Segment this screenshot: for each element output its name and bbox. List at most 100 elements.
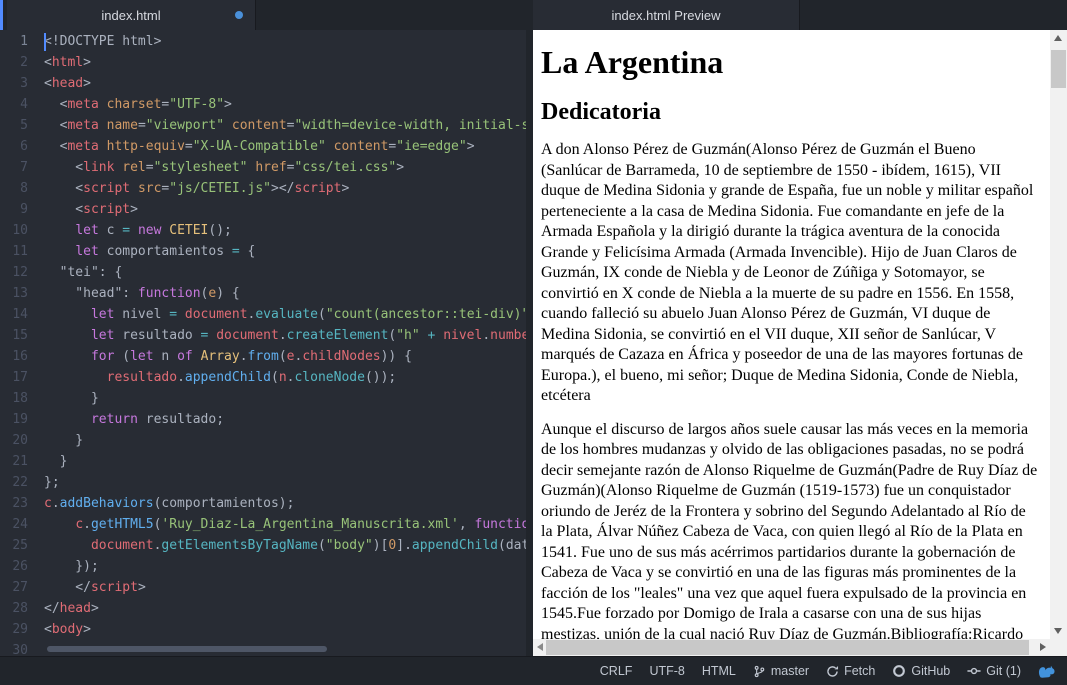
code-text: let nivel = document.evaluate("count(anc… bbox=[44, 304, 533, 325]
code-line[interactable]: 5 <meta name="viewport" content="width=d… bbox=[0, 115, 533, 136]
code-text: <body> bbox=[44, 619, 91, 640]
line-number[interactable]: 27 bbox=[0, 577, 28, 598]
tab-index-html[interactable]: index.html bbox=[7, 0, 256, 30]
status-item-master[interactable]: master bbox=[753, 664, 809, 678]
status-item-squirrel[interactable] bbox=[1038, 663, 1055, 679]
status-item-fetch[interactable]: Fetch bbox=[826, 664, 875, 678]
editor-tab-strip: index.html bbox=[0, 0, 533, 30]
preview-horizontal-scrollbar[interactable] bbox=[533, 639, 1050, 656]
vertical-scroll-thumb[interactable] bbox=[1051, 50, 1066, 88]
status-item-github[interactable]: GitHub bbox=[892, 664, 950, 678]
code-text: } bbox=[44, 430, 83, 451]
code-line[interactable]: 7 <link rel="stylesheet" href="css/tei.c… bbox=[0, 157, 533, 178]
line-number[interactable]: 17 bbox=[0, 367, 28, 388]
line-number[interactable]: 16 bbox=[0, 346, 28, 367]
code-line[interactable]: 20 } bbox=[0, 430, 533, 451]
line-number[interactable]: 20 bbox=[0, 430, 28, 451]
line-number[interactable]: 19 bbox=[0, 409, 28, 430]
code-text: <script src="js/CETEI.js"></script> bbox=[44, 178, 349, 199]
code-line[interactable]: 9 <script> bbox=[0, 199, 533, 220]
status-item-utf-8[interactable]: UTF-8 bbox=[649, 664, 684, 678]
line-number[interactable]: 24 bbox=[0, 514, 28, 535]
code-line[interactable]: 18 } bbox=[0, 388, 533, 409]
editor-horizontal-scrollbar[interactable] bbox=[47, 646, 327, 652]
tab-bar: index.html index.html Preview bbox=[0, 0, 1067, 30]
code-line[interactable]: 3<head> bbox=[0, 73, 533, 94]
code-line[interactable]: 6 <meta http-equiv="X-UA-Compatible" con… bbox=[0, 136, 533, 157]
code-line[interactable]: 8 <script src="js/CETEI.js"></script> bbox=[0, 178, 533, 199]
code-line[interactable]: 28 </head> bbox=[0, 598, 533, 619]
code-line[interactable]: 11 let comportamientos = { bbox=[0, 241, 533, 262]
scroll-down-arrow-icon[interactable] bbox=[1054, 628, 1062, 634]
code-line[interactable]: 27 </script> bbox=[0, 577, 533, 598]
code-line[interactable]: 12 "tei": { bbox=[0, 262, 533, 283]
line-number[interactable]: 21 bbox=[0, 451, 28, 472]
code-line[interactable]: 26 }); bbox=[0, 556, 533, 577]
line-number[interactable]: 13 bbox=[0, 283, 28, 304]
line-number[interactable]: 3 bbox=[0, 73, 28, 94]
line-number[interactable]: 14 bbox=[0, 304, 28, 325]
code-text: </script> bbox=[44, 577, 146, 598]
code-line[interactable]: 29 <body> bbox=[0, 619, 533, 640]
code-line[interactable]: 4 <meta charset="UTF-8"> bbox=[0, 94, 533, 115]
line-number[interactable]: 23 bbox=[0, 493, 28, 514]
line-number[interactable]: 7 bbox=[0, 157, 28, 178]
code-line[interactable]: 13 "head": function(e) { bbox=[0, 283, 533, 304]
code-line[interactable]: 21 } bbox=[0, 451, 533, 472]
code-line[interactable]: 14 let nivel = document.evaluate("count(… bbox=[0, 304, 533, 325]
line-number[interactable]: 9 bbox=[0, 199, 28, 220]
line-number[interactable]: 26 bbox=[0, 556, 28, 577]
tab-index-html-preview[interactable]: index.html Preview bbox=[533, 0, 800, 30]
code-text: </head> bbox=[44, 598, 99, 619]
line-number[interactable]: 1 bbox=[0, 31, 28, 52]
preview-paragraphs: A don Alonso Pérez de Guzmán(Alonso Pére… bbox=[541, 140, 1040, 639]
line-number[interactable]: 2 bbox=[0, 52, 28, 73]
line-number[interactable]: 5 bbox=[0, 115, 28, 136]
status-label: HTML bbox=[702, 664, 736, 678]
horizontal-scroll-thumb[interactable] bbox=[546, 640, 1029, 655]
scroll-right-arrow-icon[interactable] bbox=[1040, 643, 1046, 651]
preview-vertical-scrollbar[interactable] bbox=[1050, 30, 1067, 639]
line-number[interactable]: 11 bbox=[0, 241, 28, 262]
line-number[interactable]: 4 bbox=[0, 94, 28, 115]
editor-pane[interactable]: 1<!DOCTYPE html>2<html>3<head>4 <meta ch… bbox=[0, 30, 533, 656]
editor-window: index.html index.html Preview 1<!DOCTYPE… bbox=[0, 0, 1067, 685]
code-text: } bbox=[44, 388, 99, 409]
editor-vertical-scrollbar[interactable] bbox=[526, 30, 533, 656]
line-number[interactable]: 15 bbox=[0, 325, 28, 346]
line-number[interactable]: 22 bbox=[0, 472, 28, 493]
status-item-html[interactable]: HTML bbox=[702, 664, 736, 678]
scroll-left-arrow-icon[interactable] bbox=[537, 643, 543, 651]
line-number[interactable]: 28 bbox=[0, 598, 28, 619]
line-number[interactable]: 12 bbox=[0, 262, 28, 283]
code-line[interactable]: 25 document.getElementsByTagName("body")… bbox=[0, 535, 533, 556]
status-item-git-1-[interactable]: Git (1) bbox=[967, 664, 1021, 678]
line-number[interactable]: 18 bbox=[0, 388, 28, 409]
preview-title: La Argentina bbox=[541, 44, 1040, 81]
status-label: Git (1) bbox=[986, 664, 1021, 678]
code-text: c.addBehaviors(comportamientos); bbox=[44, 493, 294, 514]
code-line[interactable]: 2<html> bbox=[0, 52, 533, 73]
preview-heading: Dedicatoria bbox=[541, 99, 1040, 126]
code-line[interactable]: 10 let c = new CETEI(); bbox=[0, 220, 533, 241]
status-item-crlf[interactable]: CRLF bbox=[600, 664, 633, 678]
line-number[interactable]: 25 bbox=[0, 535, 28, 556]
line-number[interactable]: 29 bbox=[0, 619, 28, 640]
status-bar: CRLF UTF-8 HTML master Fetch GitHub Git (1) bbox=[0, 656, 1067, 685]
code-line[interactable]: 16 for (let n of Array.from(e.childNodes… bbox=[0, 346, 533, 367]
line-number[interactable]: 30 bbox=[0, 640, 28, 656]
modified-dot-icon bbox=[235, 11, 243, 19]
line-number[interactable]: 8 bbox=[0, 178, 28, 199]
code-line[interactable]: 23 c.addBehaviors(comportamientos); bbox=[0, 493, 533, 514]
code-text: for (let n of Array.from(e.childNodes)) … bbox=[44, 346, 412, 367]
line-number[interactable]: 10 bbox=[0, 220, 28, 241]
code-line[interactable]: 15 let resultado = document.createElemen… bbox=[0, 325, 533, 346]
line-number[interactable]: 6 bbox=[0, 136, 28, 157]
scroll-up-arrow-icon[interactable] bbox=[1054, 35, 1062, 41]
code-line[interactable]: 22}; bbox=[0, 472, 533, 493]
code-line[interactable]: 24 c.getHTML5('Ruy_Diaz-La_Argentina_Man… bbox=[0, 514, 533, 535]
preview-document: La Argentina Dedicatoria A don Alonso Pé… bbox=[533, 30, 1050, 639]
code-line[interactable]: 17 resultado.appendChild(n.cloneNode()); bbox=[0, 367, 533, 388]
code-line[interactable]: 1<!DOCTYPE html> bbox=[0, 31, 533, 52]
code-line[interactable]: 19 return resultado; bbox=[0, 409, 533, 430]
